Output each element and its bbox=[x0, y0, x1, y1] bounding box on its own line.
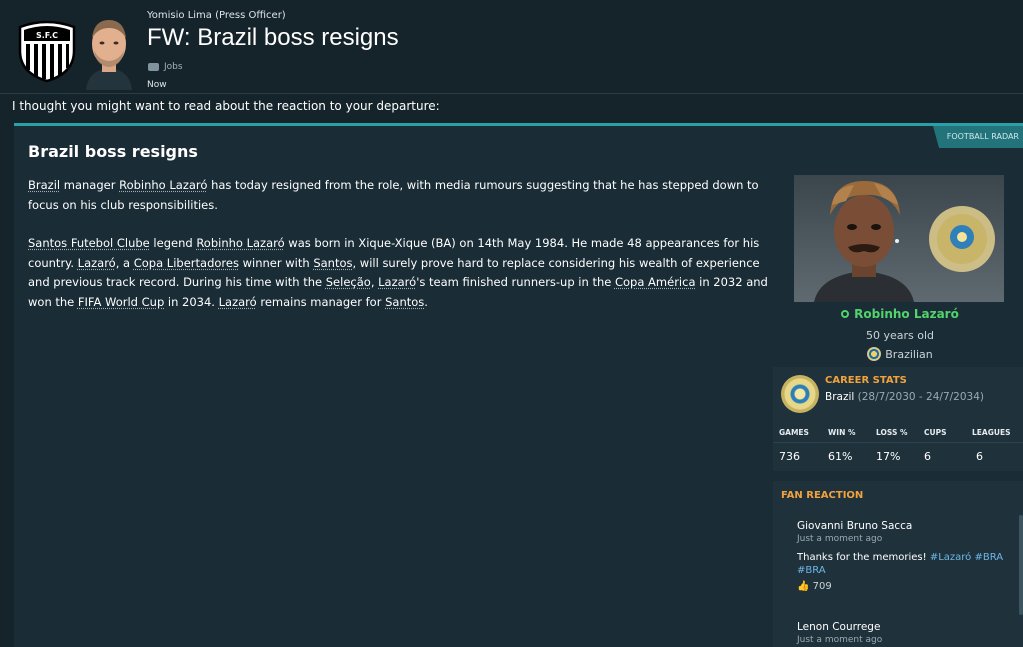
article-text: manager bbox=[60, 178, 119, 192]
person-portrait[interactable] bbox=[794, 175, 1004, 302]
nationality-label: Brazilian bbox=[885, 348, 932, 361]
message-time: Now bbox=[147, 80, 167, 90]
article-link[interactable]: Lazaró bbox=[219, 295, 257, 309]
news-article-card: FOOTBALL RADAR Brazil boss resigns Brazi… bbox=[14, 123, 1023, 647]
fan-post: Giovanni Bruno Sacca Just a moment ago T… bbox=[797, 520, 1007, 592]
fan-reaction-panel[interactable]: FAN REACTION Giovanni Bruno Sacca Just a… bbox=[773, 481, 1023, 647]
person-nationality[interactable]: Brazilian bbox=[784, 347, 1016, 361]
article-text: . bbox=[424, 295, 428, 309]
article-text: , a bbox=[116, 256, 134, 270]
article-text: in 2034. bbox=[164, 295, 218, 309]
brazil-crest-icon[interactable] bbox=[781, 375, 819, 413]
career-stats-panel: CAREER STATS Brazil (28/7/2030 - 24/7/20… bbox=[773, 367, 1023, 471]
article-link[interactable]: Seleção bbox=[326, 275, 371, 289]
career-dates: (28/7/2030 - 24/7/2034) bbox=[854, 391, 984, 403]
santos-crest-icon[interactable]: S.F.C bbox=[16, 17, 78, 83]
article-text: winner with bbox=[239, 256, 313, 270]
message-header: S.F.C Yomisio Lima (Press Officer) FW: B… bbox=[0, 0, 1023, 94]
message-title: FW: Brazil boss resigns bbox=[147, 24, 399, 52]
message-tag: Jobs bbox=[148, 62, 183, 72]
career-stats-title: CAREER STATS bbox=[825, 375, 907, 386]
article-link[interactable]: Santos bbox=[385, 295, 424, 309]
article-link[interactable]: Santos Futebol Clube bbox=[28, 236, 150, 250]
article-link[interactable]: Brazil bbox=[28, 178, 60, 192]
career-team-name[interactable]: Brazil bbox=[825, 391, 854, 403]
sender-name[interactable]: Yomisio Lima (Press Officer) bbox=[147, 10, 286, 21]
article-link[interactable]: Copa Libertadores bbox=[134, 256, 239, 270]
article-link[interactable]: Copa América bbox=[615, 275, 696, 289]
sender-avatar[interactable] bbox=[80, 10, 138, 90]
article-paragraph-2: Santos Futebol Clube legend Robinho Laza… bbox=[28, 234, 773, 312]
fan-post-user: Lenon Courrege bbox=[797, 621, 1007, 633]
stat-header-win: WIN % bbox=[828, 428, 855, 437]
article-link[interactable]: Robinho Lazaró bbox=[119, 178, 207, 192]
location-pin-icon bbox=[841, 310, 849, 318]
fan-post-time: Just a moment ago bbox=[797, 534, 1007, 544]
fan-reaction-scrollbar[interactable] bbox=[1019, 515, 1023, 615]
like-count: 709 bbox=[813, 581, 832, 592]
article-link[interactable]: Lazaró bbox=[378, 275, 416, 289]
article-headline: Brazil boss resigns bbox=[28, 142, 198, 161]
fan-post: Lenon Courrege Just a moment ago bbox=[797, 621, 1007, 645]
stat-header-loss: LOSS % bbox=[876, 428, 907, 437]
stat-value-cups: 6 bbox=[924, 450, 931, 463]
svg-text:S.F.C: S.F.C bbox=[36, 31, 58, 40]
stat-header-cups: CUPS bbox=[924, 428, 947, 437]
stat-divider bbox=[773, 442, 1023, 443]
fan-post-likes[interactable]: 👍 709 bbox=[797, 581, 1007, 592]
stat-header-games: GAMES bbox=[779, 428, 809, 437]
fan-post-text: Thanks for the memories! #Lazaró #BRA #B… bbox=[797, 551, 1007, 577]
article-link[interactable]: Santos bbox=[313, 256, 352, 270]
tag-icon bbox=[148, 63, 159, 71]
stat-value-leagues: 6 bbox=[976, 450, 983, 463]
article-link[interactable]: Lazaró bbox=[78, 256, 116, 270]
article-text: remains manager for bbox=[257, 295, 385, 309]
article-body: Brazil manager Robinho Lazaró has today … bbox=[28, 176, 773, 312]
article-link[interactable]: FIFA World Cup bbox=[78, 295, 164, 309]
fan-reaction-title: FAN REACTION bbox=[781, 490, 863, 501]
stat-value-loss: 17% bbox=[876, 450, 900, 463]
message-intro: I thought you might want to read about t… bbox=[12, 99, 440, 113]
news-source-label: FOOTBALL RADAR bbox=[927, 126, 1023, 148]
career-team: Brazil (28/7/2030 - 24/7/2034) bbox=[825, 391, 984, 403]
article-text: 's team finished runners-up in the bbox=[416, 275, 615, 289]
person-name-label: Robinho Lazaró bbox=[854, 307, 959, 321]
article-paragraph-1: Brazil manager Robinho Lazaró has today … bbox=[28, 176, 773, 215]
stat-value-games: 736 bbox=[779, 450, 800, 463]
person-age: 50 years old bbox=[784, 329, 1016, 342]
brazil-badge-icon bbox=[867, 347, 881, 361]
fan-post-message: Thanks for the memories! bbox=[797, 552, 930, 563]
stat-value-win: 61% bbox=[828, 450, 852, 463]
tag-label: Jobs bbox=[164, 62, 183, 72]
article-text: legend bbox=[150, 236, 197, 250]
stat-header-leagues: LEAGUES bbox=[972, 428, 1010, 437]
person-name[interactable]: Robinho Lazaró bbox=[784, 307, 1016, 321]
fan-post-user: Giovanni Bruno Sacca bbox=[797, 520, 1007, 532]
fan-post-time: Just a moment ago bbox=[797, 635, 1007, 645]
article-link[interactable]: Robinho Lazaró bbox=[196, 236, 284, 250]
